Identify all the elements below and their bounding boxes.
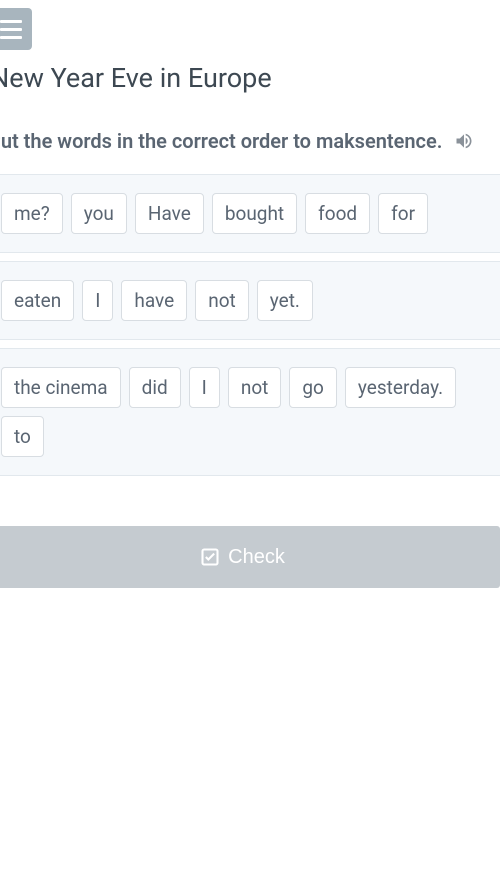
check-icon	[200, 547, 220, 567]
word-tile[interactable]: go	[289, 367, 337, 408]
word-tile[interactable]: bought	[212, 193, 297, 234]
word-tile[interactable]: not	[228, 367, 282, 408]
word-tile[interactable]: did	[129, 367, 181, 408]
word-tile[interactable]: you	[71, 193, 127, 234]
menu-bar	[0, 36, 22, 39]
word-tile[interactable]: the cinema	[1, 367, 121, 408]
exercise-container: me?youHaveboughtfoodfor eatenIhavenotyet…	[0, 174, 500, 476]
menu-button[interactable]	[0, 8, 32, 50]
word-tile[interactable]: eaten	[1, 280, 74, 321]
word-row[interactable]: me?youHaveboughtfoodfor	[0, 174, 500, 253]
word-tile[interactable]: food	[305, 193, 370, 234]
word-row[interactable]: eatenIhavenotyet.	[0, 261, 500, 340]
instruction-line-1: Put the words in the correct order to ma…	[0, 126, 355, 156]
word-tile[interactable]: yesterday.	[345, 367, 456, 408]
instruction-line-2: sentence.	[355, 126, 443, 156]
menu-bar	[0, 20, 22, 23]
menu-bar	[0, 28, 22, 31]
check-button-label: Check	[228, 546, 285, 569]
page-title: New Year Eve in Europe	[0, 62, 500, 94]
word-tile[interactable]: I	[189, 367, 220, 408]
check-button[interactable]: Check	[0, 526, 500, 588]
word-tile[interactable]: yet.	[257, 280, 313, 321]
word-tile[interactable]: me?	[1, 193, 63, 234]
word-tile[interactable]: I	[82, 280, 113, 321]
word-tile[interactable]: to	[1, 416, 44, 457]
audio-icon[interactable]	[454, 131, 474, 151]
instruction-text: Put the words in the correct order to ma…	[0, 126, 500, 156]
word-row[interactable]: the cinemadidInotgoyesterday. to	[0, 348, 500, 476]
word-tile[interactable]: Have	[135, 193, 204, 234]
word-tile[interactable]: have	[121, 280, 187, 321]
word-tile[interactable]: not	[195, 280, 249, 321]
word-tile[interactable]: for	[378, 193, 428, 234]
